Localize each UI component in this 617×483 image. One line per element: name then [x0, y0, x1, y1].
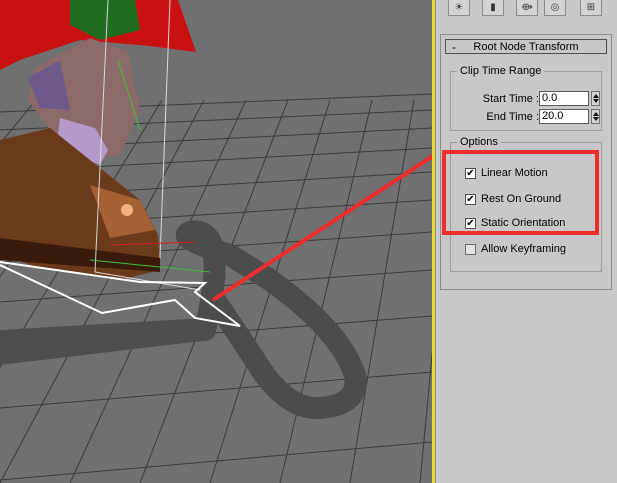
boot-specular	[121, 204, 133, 216]
command-panel: ☀ ▮ ⟴ ◎ ⊞ - Root Node Transform Clip Tim…	[435, 0, 617, 483]
spinner-down-icon[interactable]	[593, 99, 599, 103]
annotation-highlight-box	[442, 150, 599, 235]
end-time-spinner[interactable]	[591, 109, 600, 124]
modify-icon[interactable]: ▮	[482, 0, 504, 16]
rollout-header[interactable]: - Root Node Transform	[445, 39, 607, 54]
start-time-field[interactable]: 0.0	[539, 91, 589, 106]
rollout-title: Root Node Transform	[473, 40, 579, 53]
start-time-spinner[interactable]	[591, 91, 600, 106]
options-legend: Options	[460, 136, 498, 148]
end-time-row: End Time : 20.0	[451, 109, 601, 125]
spinner-up-icon[interactable]	[593, 94, 599, 98]
motion-icon[interactable]: ◎	[544, 0, 566, 16]
start-time-label: Start Time :	[482, 93, 539, 105]
clip-time-range-legend: Clip Time Range	[460, 65, 542, 77]
end-time-label: End Time :	[486, 111, 539, 123]
viewport-scene	[0, 0, 432, 483]
display-icon[interactable]: ⊞	[580, 0, 602, 16]
hierarchy-icon[interactable]: ⟴	[516, 0, 538, 16]
spinner-down-icon[interactable]	[593, 117, 599, 121]
allow-keyframing-label: Allow Keyframing	[481, 243, 566, 255]
start-time-row: Start Time : 0.0	[451, 91, 601, 107]
clip-time-range-group: Clip Time Range Start Time : 0.0 End Tim…	[450, 65, 602, 131]
command-panel-tabs: ☀ ▮ ⟴ ◎ ⊞	[436, 0, 617, 18]
collapse-icon[interactable]: -	[446, 41, 462, 53]
allow-keyframing-option[interactable]: Allow Keyframing	[465, 242, 566, 256]
allow-keyframing-checkbox[interactable]	[465, 243, 476, 255]
spinner-up-icon[interactable]	[593, 112, 599, 116]
end-time-field[interactable]: 20.0	[539, 109, 589, 124]
create-icon[interactable]: ☀	[448, 0, 470, 16]
3d-viewport[interactable]	[0, 0, 432, 483]
